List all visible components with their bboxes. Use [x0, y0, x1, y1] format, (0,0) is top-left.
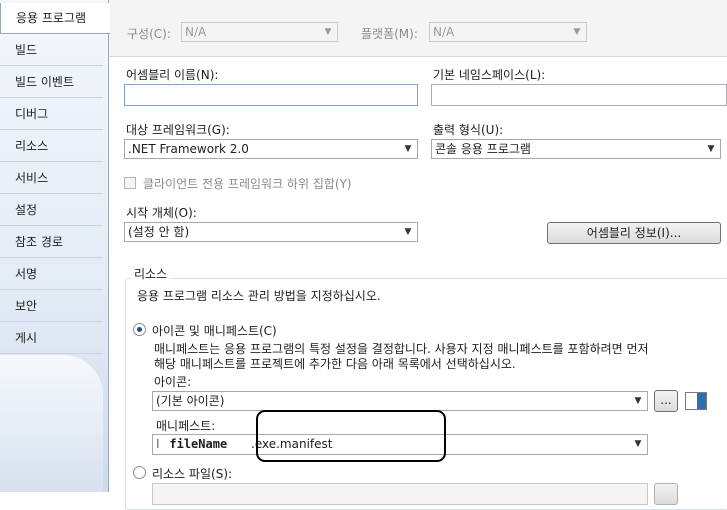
sidebar-background [0, 355, 103, 492]
manifest-filename: fileName [169, 437, 228, 451]
highlight-annotation [256, 410, 446, 462]
tab-publish[interactable]: 게시 [0, 323, 103, 354]
platform-label: 플랫폼(M): [361, 27, 418, 41]
client-only-checkbox[interactable] [124, 177, 136, 189]
icon-manifest-label: 아이콘 및 매니페스트(C) [152, 324, 277, 338]
sidebar: 응용 프로그램 빌드 빌드 이벤트 디버그 리소스 서비스 설정 참조 경로 서… [0, 0, 110, 492]
tab-resources[interactable]: 리소스 [0, 131, 103, 162]
chevron-down-icon: ▼ [404, 144, 412, 154]
tab-settings[interactable]: 설정 [0, 195, 103, 226]
icon-dropdown[interactable]: (기본 아이콘) ▼ [152, 391, 648, 411]
chevron-down-icon: ▼ [404, 227, 412, 237]
browse-icon-button[interactable]: ... [654, 390, 678, 412]
default-namespace-input[interactable] [431, 84, 727, 106]
icon-manifest-description-2: 해당 매니페스트를 프로젝트에 추가한 다음 아래 목록에서 선택하십시오. [154, 357, 516, 371]
chevron-down-icon: ▼ [573, 27, 581, 37]
target-framework-label: 대상 프레임워크(G): [126, 123, 230, 137]
default-namespace-label: 기본 네임스페이스(L): [433, 68, 546, 82]
platform-dropdown[interactable]: N/A ▼ [429, 22, 587, 42]
chevron-down-icon: ▼ [634, 396, 642, 406]
chevron-down-icon: ▼ [634, 439, 642, 449]
assembly-name-input[interactable] [124, 84, 418, 106]
output-type-dropdown[interactable]: 콘솔 응용 프로그램 ▼ [431, 139, 721, 159]
configuration-label: 구성(C): [127, 27, 171, 41]
assembly-info-button[interactable]: 어셈블리 정보(I)... [547, 222, 721, 244]
assembly-name-label: 어셈블리 이름(N): [126, 68, 219, 82]
application-icon [685, 392, 707, 410]
tab-build[interactable]: 빌드 [0, 35, 103, 66]
tab-security[interactable]: 보안 [0, 291, 103, 322]
configuration-bar: 구성(C): N/A ▼ 플랫폼(M): N/A ▼ [109, 0, 727, 57]
resources-group-title: 리소스 [131, 265, 171, 282]
browse-resource-button[interactable] [654, 483, 678, 505]
tab-debug[interactable]: 디버그 [0, 99, 103, 130]
tab-application[interactable]: 응용 프로그램 [0, 3, 110, 34]
resources-description: 응용 프로그램 리소스 관리 방법을 지정하십시오. [137, 289, 381, 303]
tab-signing[interactable]: 서명 [0, 259, 103, 290]
target-framework-dropdown[interactable]: .NET Framework 2.0 ▼ [124, 139, 418, 159]
resource-file-input[interactable] [152, 483, 648, 505]
client-only-label: 클라이언트 전용 프레임워크 하위 집합(Y) [143, 177, 352, 191]
chevron-down-icon: ▼ [324, 27, 332, 37]
resource-file-label: 리소스 파일(S): [152, 467, 233, 481]
startup-object-label: 시작 개체(O): [126, 206, 197, 220]
chevron-down-icon: ▼ [707, 144, 715, 154]
tab-services[interactable]: 서비스 [0, 163, 103, 194]
configuration-dropdown[interactable]: N/A ▼ [181, 22, 338, 42]
tab-build-events[interactable]: 빌드 이벤트 [0, 67, 103, 98]
startup-object-dropdown[interactable]: (설정 안 함) ▼ [124, 222, 418, 242]
icon-manifest-radio[interactable] [133, 323, 146, 336]
manifest-prefix: I [156, 437, 160, 451]
resource-file-radio[interactable] [133, 466, 146, 479]
icon-label: 아이콘: [154, 375, 192, 389]
manifest-label: 매니페스트: [156, 419, 216, 433]
output-type-label: 출력 형식(U): [433, 123, 504, 137]
tab-reference-paths[interactable]: 참조 경로 [0, 227, 103, 258]
application-page: 구성(C): N/A ▼ 플랫폼(M): N/A ▼ 어셈블리 이름(N): 기… [109, 0, 727, 510]
